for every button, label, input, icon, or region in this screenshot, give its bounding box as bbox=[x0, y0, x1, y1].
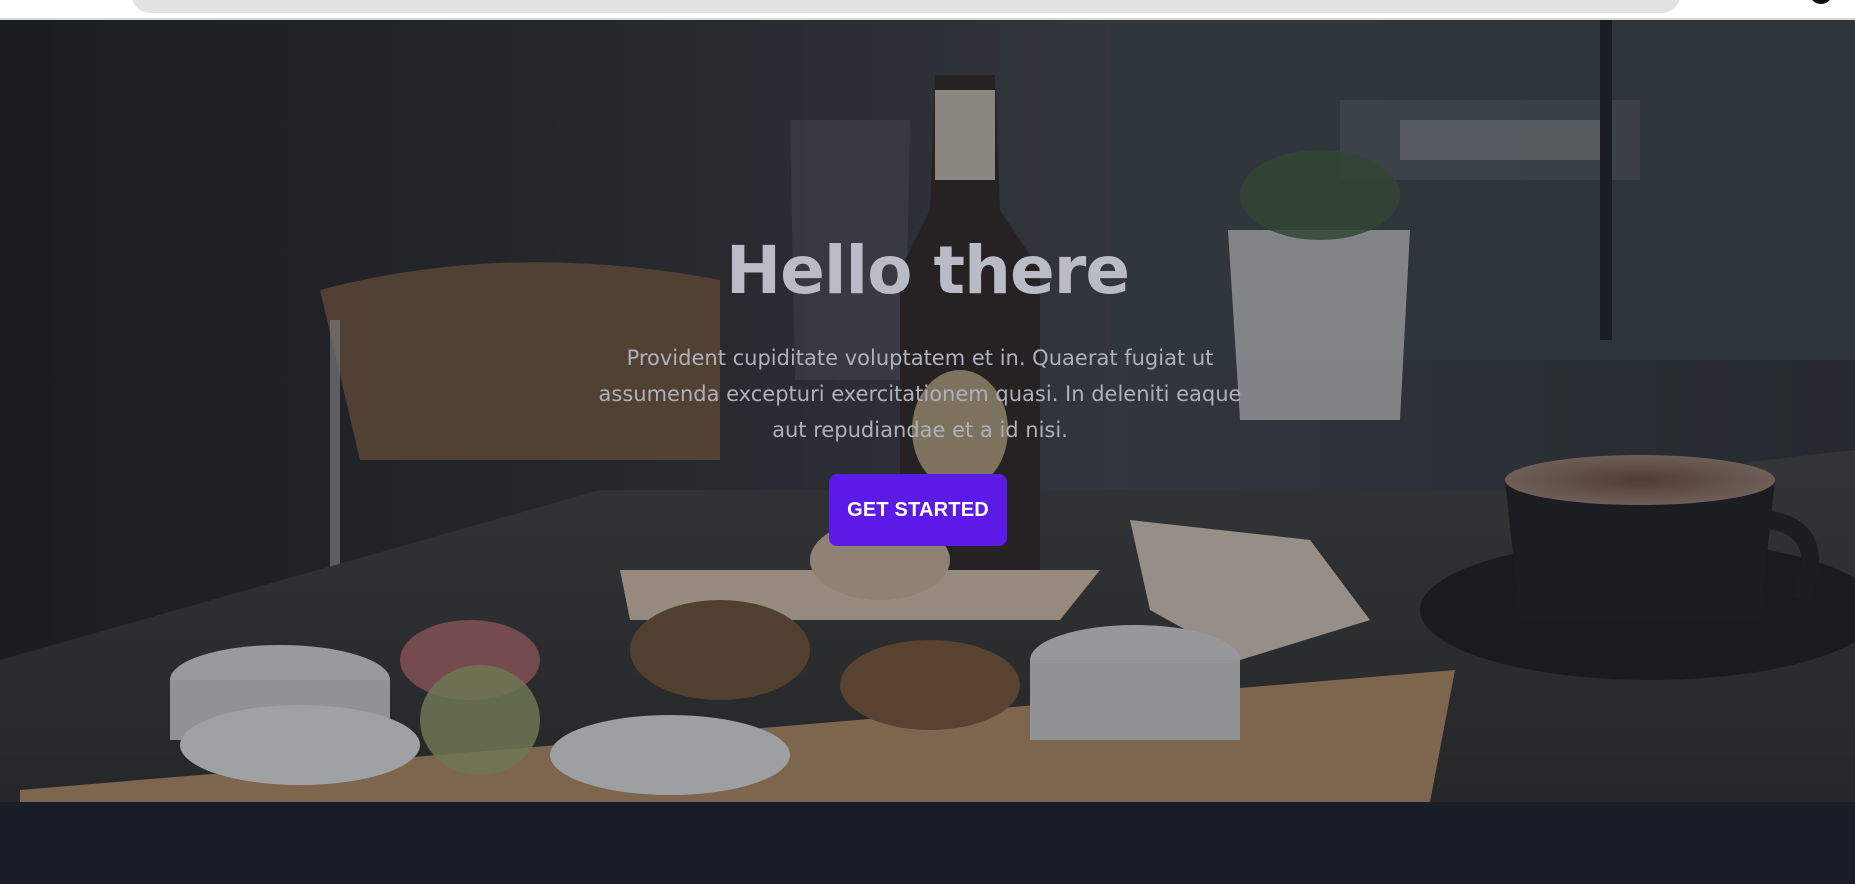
hero-section: Hello there Provident cupiditate volupta… bbox=[0, 20, 1855, 802]
get-started-button[interactable]: GET STARTED bbox=[829, 474, 1007, 546]
profile-icon[interactable] bbox=[1811, 0, 1831, 4]
address-bar[interactable] bbox=[132, 0, 1680, 13]
hero-title: Hello there bbox=[725, 232, 1130, 309]
browser-top-bar bbox=[0, 0, 1855, 20]
footer-band bbox=[0, 802, 1855, 884]
hero-content: Hello there Provident cupiditate volupta… bbox=[0, 20, 1855, 802]
hero-description: Provident cupiditate voluptatem et in. Q… bbox=[598, 346, 1242, 442]
